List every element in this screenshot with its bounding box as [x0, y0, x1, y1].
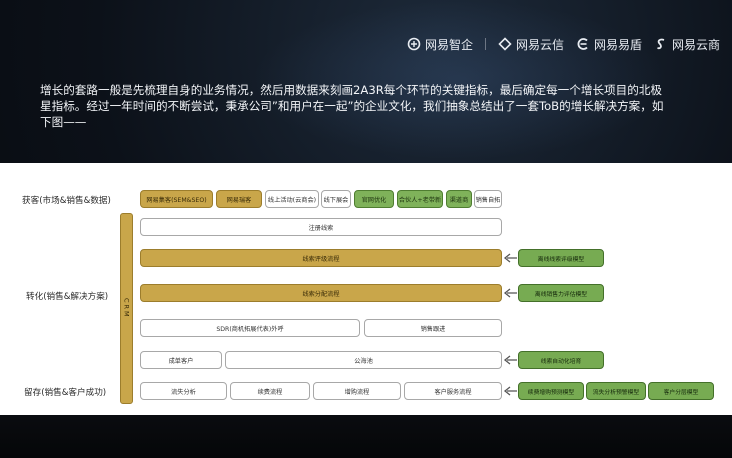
netease-zhiqi-icon: [407, 37, 421, 51]
retain-model-box: 续费增购预测模型: [518, 382, 584, 400]
logo-netease-yiqi: 网易易盾: [576, 36, 642, 53]
netease-yiqi-icon: [577, 38, 588, 50]
retain-box: 流失分析: [140, 382, 227, 400]
acquire-box: 线下展会: [321, 190, 351, 208]
logo-label: 网易云商: [671, 37, 720, 52]
retain-box: 客户服务流程: [404, 382, 502, 400]
lead-evaluation-model-box: 离线线索评级模型: [518, 249, 604, 267]
logo-label: 网易云信: [515, 37, 564, 52]
retain-model-box: 客户分层模型: [648, 382, 714, 400]
retain-box: 续费流程: [230, 382, 310, 400]
acquire-box: 合伙人+老带新: [397, 190, 443, 208]
slide-bottom-band: [0, 415, 732, 458]
acquire-box: 网易集客(SEM&SEO): [140, 190, 213, 208]
sales-follow-up-box: 销售跟进: [364, 319, 502, 337]
lead-nurturing-box: 线索自动化培育: [518, 351, 604, 369]
closed-customer-box: 成单客户: [140, 351, 222, 369]
crm-label: CRM: [122, 298, 131, 319]
logo-netease-yunshang: 网易云商: [654, 36, 720, 53]
retain-box: 增购流程: [313, 382, 401, 400]
netease-yunxin-icon: [498, 37, 512, 51]
arrow-left-icon: [503, 355, 517, 365]
public-pool-box: 公海池: [225, 351, 502, 369]
acquire-box: 线上活动(云商会): [265, 190, 319, 208]
intro-paragraph: 增长的套路一般是先梳理自身的业务情况，然后用数据来刻画2A3R每个环节的关键指标…: [40, 83, 664, 129]
sales-capability-model-box: 离线销售力评估模型: [518, 284, 604, 302]
acquire-box: 官网优化: [354, 190, 394, 208]
logo-netease-yunxin: 网易云信: [498, 36, 564, 53]
sdr-outbound-box: SDR(商机拓展代表)外呼: [140, 319, 360, 337]
acquire-box: 销售自拓: [474, 190, 502, 208]
logo-label: 网易智企: [424, 37, 473, 52]
logo-netease-zhiqi: 网易智企: [407, 36, 473, 53]
header-logos: 网易智企 网易云信 网易易盾 网易云商: [407, 34, 720, 54]
logo-label: 网易易盾: [593, 37, 642, 52]
lead-assignment-box: 线索分配流程: [140, 284, 502, 302]
row-label-retain: 留存(销售&客户成功): [24, 388, 107, 398]
retain-model-box: 流失分析预警模型: [586, 382, 646, 400]
acquire-box: 渠道商: [446, 190, 472, 208]
netease-yunshang-icon: [657, 38, 665, 50]
register-lead-box: 注册线索: [140, 218, 502, 236]
row-label-convert: 转化(销售&解决方案): [26, 292, 109, 302]
crm-bar: CRM: [120, 213, 133, 404]
background-glow: [250, 0, 670, 160]
arrow-left-icon: [503, 253, 517, 263]
arrow-left-icon: [503, 386, 517, 396]
logo-divider: [484, 38, 486, 50]
lead-evaluation-box: 线索评级流程: [140, 249, 502, 267]
acquire-box: 网易瑞客: [216, 190, 262, 208]
row-label-acquire: 获客(市场&销售&数据): [22, 196, 111, 206]
arrow-left-icon: [503, 288, 517, 298]
